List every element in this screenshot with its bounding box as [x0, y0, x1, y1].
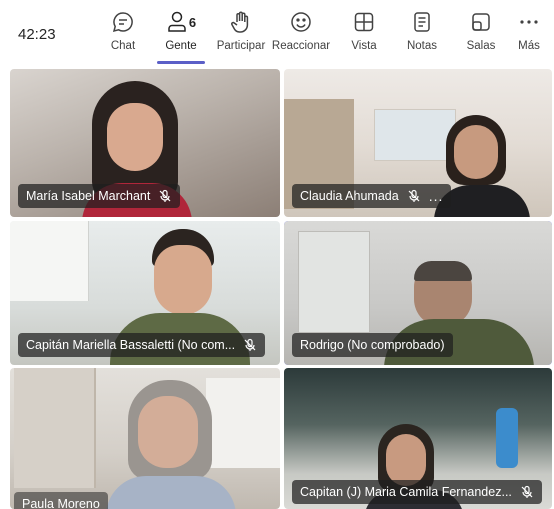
more-button[interactable]: Más [509, 10, 549, 62]
meeting-toolbar: 42:23 Chat 6 Gente Participar Reaccionar… [0, 0, 554, 66]
participant-name: María Isabel Marchant [26, 189, 151, 203]
view-label: Vista [351, 40, 377, 52]
react-button[interactable]: Reaccionar [270, 10, 332, 62]
video-grid: María Isabel Marchant Claudia Ahumada ..… [0, 66, 554, 509]
view-button[interactable]: Vista [333, 10, 395, 62]
office-window [14, 368, 96, 488]
participant-name: Paula Moreno [22, 497, 100, 509]
rooms-icon [469, 10, 493, 34]
meeting-timer: 42:23 [18, 26, 56, 43]
participant-nameplate: Paula Moreno [14, 492, 108, 509]
water-dispenser [496, 408, 518, 468]
video-tile-paula[interactable]: Paula Moreno [10, 368, 280, 509]
smiley-icon [289, 10, 313, 34]
participant-nameplate: Capitan (J) Maria Camila Fernandez... [292, 480, 542, 504]
notes-label: Notas [406, 40, 438, 52]
people-label: Gente [165, 40, 197, 52]
chat-icon [111, 10, 135, 34]
more-icon [517, 10, 541, 34]
participant-name: Capitan (J) Maria Camila Fernandez... [300, 485, 512, 499]
participant-name: Claudia Ahumada [300, 189, 399, 203]
participant-nameplate: María Isabel Marchant [18, 184, 181, 208]
mic-off-icon [243, 338, 257, 352]
raise-hand-button[interactable]: Participar [210, 10, 272, 62]
rooms-button[interactable]: Salas [450, 10, 512, 62]
raise-hand-icon [229, 10, 253, 34]
people-icon: 6 [166, 10, 196, 34]
video-tile-claudia[interactable]: Claudia Ahumada ... [284, 69, 552, 217]
grid-view-icon [352, 10, 376, 34]
raise-hand-label: Participar [216, 40, 266, 52]
people-button[interactable]: 6 Gente [150, 10, 212, 62]
participant-figure [100, 380, 240, 509]
participant-name: Rodrigo (No comprobado) [300, 338, 445, 352]
participant-name: Capitán Mariella Bassaletti (No com... [26, 338, 236, 352]
notes-icon [410, 10, 434, 34]
chat-label: Chat [110, 40, 136, 52]
mic-off-icon [407, 189, 421, 203]
more-options-icon[interactable]: ... [429, 188, 444, 204]
video-tile-rodrigo[interactable]: Rodrigo (No comprobado) [284, 221, 552, 365]
rooms-label: Salas [466, 40, 496, 52]
mic-off-icon [158, 189, 172, 203]
react-label: Reaccionar [271, 40, 331, 52]
more-label: Más [518, 40, 540, 52]
participant-nameplate: Rodrigo (No comprobado) [292, 333, 453, 357]
office-window [298, 231, 370, 333]
video-tile-maria-isabel[interactable]: María Isabel Marchant [10, 69, 280, 217]
participant-count: 6 [188, 14, 197, 30]
participant-nameplate: Capitán Mariella Bassaletti (No com... [18, 333, 266, 357]
notes-button[interactable]: Notas [391, 10, 453, 62]
whiteboard [10, 221, 89, 301]
video-tile-maria-camila[interactable]: Capitan (J) Maria Camila Fernandez... [284, 368, 552, 509]
participant-nameplate: Claudia Ahumada ... [292, 184, 452, 208]
mic-off-icon [520, 485, 534, 499]
video-tile-mariella[interactable]: Capitán Mariella Bassaletti (No com... [10, 221, 280, 365]
active-tab-indicator [157, 61, 205, 64]
chat-button[interactable]: Chat [92, 10, 154, 62]
